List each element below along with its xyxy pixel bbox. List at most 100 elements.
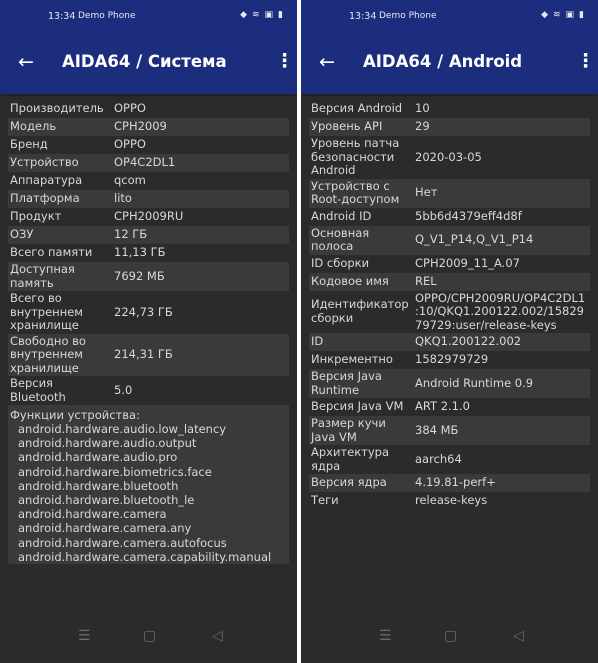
info-row: Версия Java Runtime Android Runtime 0.9 [309, 369, 590, 398]
info-key: Аппаратура [10, 173, 83, 188]
info-value: 10 [415, 101, 430, 116]
info-list[interactable]: Версия Android 10 Уровень API 29 Уровень пат… [309, 100, 590, 612]
info-value: 224,73 ГБ [114, 304, 173, 319]
home-icon[interactable]: ▢ [444, 628, 457, 644]
app-bar: ← AIDA64 / Система ⋮ [0, 34, 297, 94]
info-row: Android ID 5bb6d4379eff4d8f [309, 208, 590, 226]
back-icon[interactable]: ◁ [513, 628, 524, 644]
info-row: Идентификатор сборки OPPO/CPH2009RU/OP4C2… [309, 291, 590, 334]
info-value: OPPO [114, 101, 146, 116]
nav-bar: ☰ ▢ ◁ [301, 612, 598, 663]
feature-item: android.hardware.audio.low_latency [18, 422, 227, 436]
feature-item: android.hardware.bluetooth_le [18, 493, 195, 508]
overflow-menu-icon[interactable]: ⋮ [275, 50, 294, 72]
info-key: Производитель [10, 101, 104, 116]
info-row: Инкрементно 1582979729 [309, 351, 590, 369]
signal-icon: ◆ [240, 10, 247, 20]
status-carrier: Demo Phone [379, 11, 437, 21]
info-key: Доступная память [10, 262, 75, 290]
info-key: Инкрементно [311, 352, 393, 367]
info-row: Бренд OPPO [8, 136, 289, 154]
menu-icon[interactable]: ☰ [78, 628, 91, 644]
phone-screen-android: 13:34 Demo Phone ◆ ≋ ▣ ▮ ← AIDA64 / Andr… [301, 0, 598, 663]
info-value: release-keys [415, 493, 488, 508]
feature-item: android.hardware.camera.autofocus [18, 535, 227, 550]
feature-item: android.hardware.camera.capability.manua… [18, 549, 272, 564]
info-value: OPPO/CPH2009RU/OP4C2DL1:10/QKQ1.200122.0… [415, 290, 586, 332]
features-list: android.hardware.audio.low_latency androi… [8, 422, 289, 564]
sim-icon: ▣ [264, 10, 274, 20]
info-value: CPH2009_11_A.07 [415, 255, 520, 270]
info-key: Всего памяти [10, 245, 93, 260]
info-value: 214,31 ГБ [114, 347, 173, 361]
info-value: 2020-03-05 [415, 149, 482, 164]
info-key: Размер кучи Java VM [311, 416, 386, 444]
feature-item: android.hardware.biometrics.face [18, 464, 212, 479]
info-value: ART 2.1.0 [415, 399, 470, 414]
info-value: OPPO [114, 137, 146, 152]
info-key: ID [311, 334, 324, 349]
info-key: Уровень API [311, 119, 383, 134]
info-list[interactable]: Производитель OPPO Модель CPH2009 Бренд OPPO У… [8, 100, 289, 612]
info-row: ID сборки CPH2009_11_A.07 [309, 255, 590, 273]
info-key: Свободно во внутреннем хранилище [10, 333, 86, 375]
wifi-icon: ≋ [251, 10, 260, 20]
feature-item: android.hardware.bluetooth [18, 478, 179, 493]
info-row: Уровень API 29 [309, 118, 590, 136]
info-value: 384 МБ [415, 422, 459, 437]
info-row: Платформа lito [8, 190, 289, 208]
info-key: Устройство [10, 155, 79, 170]
info-value: 11,13 ГБ [114, 245, 166, 260]
info-row: Версия ядра 4.19.81-perf+ [309, 474, 590, 492]
back-icon[interactable]: ◁ [212, 628, 223, 644]
info-value: 29 [415, 119, 430, 134]
info-value: 5bb6d4379eff4d8f [415, 208, 522, 223]
info-key: Устройство с Root-доступом [311, 178, 400, 206]
features-label: Функции устройства: [10, 408, 140, 422]
info-key: Идентификатор сборки [311, 297, 409, 325]
status-bar: 13:34 Demo Phone ◆ ≋ ▣ ▮ [301, 0, 598, 34]
info-row: Версия Android 10 [309, 100, 590, 118]
info-value: 5.0 [114, 382, 133, 397]
info-row: Свободно во внутреннем хранилище 214,31 Г… [8, 333, 289, 376]
info-value: lito [114, 191, 132, 206]
menu-icon[interactable]: ☰ [379, 628, 392, 644]
info-row: Кодовое имя REL [309, 272, 590, 291]
info-key: Модель [10, 119, 57, 134]
info-row: Размер кучи Java VM 384 МБ [309, 416, 590, 445]
feature-item: android.hardware.audio.output [18, 436, 197, 451]
info-key: Продукт [10, 209, 62, 224]
info-key: Архитектура ядра [311, 445, 390, 473]
info-value: Нет [415, 185, 438, 200]
page-title: AIDA64 / Android [363, 52, 523, 71]
info-row: Теги release-keys [309, 492, 590, 510]
sim-icon: ▣ [565, 10, 575, 20]
signal-icon: ◆ [541, 10, 548, 20]
feature-item: android.hardware.camera [18, 507, 167, 522]
feature-item: android.hardware.audio.pro [18, 450, 178, 465]
back-arrow-icon[interactable]: ← [319, 51, 335, 73]
info-value: QKQ1.200122.002 [415, 334, 522, 349]
info-row: Устройство с Root-доступом Нет [309, 178, 590, 208]
info-row: Основная полоса Q_V1_P14,Q_V1_P14 [309, 225, 590, 255]
info-key: Версия Java Runtime [311, 369, 382, 397]
info-key: Android ID [311, 208, 372, 223]
info-key: Платформа [10, 191, 80, 206]
info-value: Q_V1_P14,Q_V1_P14 [415, 232, 534, 247]
app-bar: ← AIDA64 / Android ⋮ [301, 34, 598, 94]
info-row: ОЗУ 12 ГБ [8, 226, 289, 244]
info-key: Версия Bluetooth [10, 376, 66, 404]
info-key: Основная полоса [311, 225, 370, 253]
info-value: aarch64 [415, 451, 462, 466]
info-key: ОЗУ [10, 227, 34, 242]
info-key: ID сборки [311, 255, 370, 270]
page-title: AIDA64 / Система [62, 52, 227, 71]
back-arrow-icon[interactable]: ← [18, 51, 34, 73]
overflow-menu-icon[interactable]: ⋮ [576, 50, 595, 72]
info-row: Всего памяти 11,13 ГБ [8, 244, 289, 262]
home-icon[interactable]: ▢ [143, 628, 156, 644]
info-value: OP4C2DL1 [114, 155, 176, 170]
info-value: 1582979729 [415, 352, 489, 367]
info-value: 12 ГБ [114, 227, 148, 242]
info-row: Версия Java VM ART 2.1.0 [309, 398, 590, 416]
